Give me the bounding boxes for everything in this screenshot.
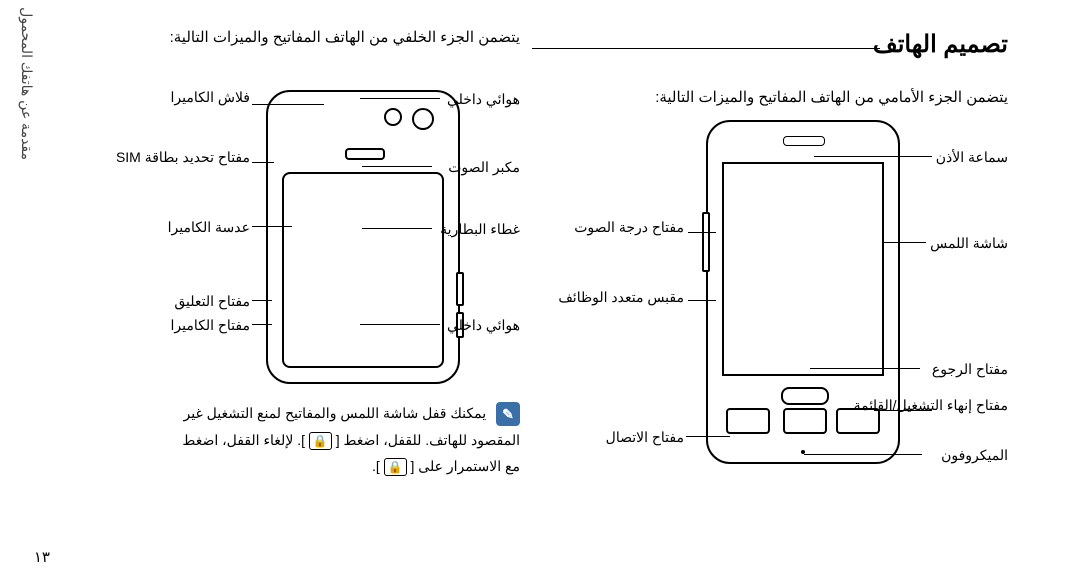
front-caption: يتضمن الجزء الأمامي من الهاتف المفاتيح و… (655, 88, 1008, 106)
screen-shape (722, 162, 884, 376)
note-block: ✎ يمكنك قفل شاشة اللمس والمفاتيح لمنع ال… (90, 400, 520, 480)
label-dial-key: مفتاح الاتصال (606, 428, 684, 447)
label-antenna-bottom: هوائي داخلي (447, 316, 520, 335)
label-battery-cover: غطاء البطارية (440, 220, 520, 239)
label-touchscreen: شاشة اللمس (930, 234, 1008, 253)
label-camera-flash: فلاش الكاميرا (170, 88, 250, 107)
leader-earpiece (814, 156, 932, 157)
lock-icon: 🔒 (309, 432, 332, 450)
label-volume-key-text: مفتاح درجة الصوت (574, 218, 684, 237)
leader-hold-key (252, 300, 272, 301)
note-text-2a: مع الاستمرار على [ (411, 458, 520, 474)
multi-jog-shape (781, 387, 829, 405)
label-loudspeaker: مكبر الصوت (448, 158, 520, 177)
flash-shape (384, 108, 402, 126)
battery-cover-shape (282, 172, 444, 368)
leader-antenna-bottom (360, 324, 440, 325)
note-icon: ✎ (496, 402, 520, 426)
page-title: تصميم الهاتف (873, 30, 1008, 59)
leader-multi-jog (688, 300, 716, 301)
note-text-1a: يمكنك قفل شاشة اللمس والمفاتيح لمنع التش… (184, 405, 487, 421)
title-rule (532, 48, 880, 49)
leader-end-power (874, 410, 932, 411)
volume-key-shape (702, 212, 710, 272)
label-microphone: الميكروفون (941, 446, 1008, 465)
leader-back-key (810, 368, 920, 369)
leader-sim (252, 162, 274, 163)
hold-key-shape (456, 272, 464, 306)
leader-cam-lens (252, 226, 292, 227)
back-caption: يتضمن الجزء الخلفي من الهاتف المفاتيح وا… (170, 28, 520, 46)
label-multi-jog-text: مقبس متعدد الوظائف (558, 288, 684, 307)
earpiece-shape (783, 136, 825, 146)
label-multi-jog: مقبس متعدد الوظائف (558, 288, 684, 307)
label-camera-lens: عدسة الكاميرا (168, 218, 250, 237)
camera-lens-shape (412, 108, 434, 130)
section-tab: مقدمة عن هاتفك المحمول (18, 0, 35, 160)
label-end-power-text: مفتاح إنهاء التشغيل/القائمة (854, 396, 1008, 415)
leader-touchscreen (884, 242, 926, 243)
label-hold-key: مفتاح التعليق (174, 292, 250, 311)
leader-mic (804, 454, 922, 455)
label-earpiece: سماعة الأذن (936, 148, 1008, 167)
leader-antenna-top (360, 98, 440, 99)
dial-key-shape (726, 408, 770, 434)
speaker-shape (345, 148, 385, 160)
label-sim-detect-text: مفتاح تحديد بطاقة SIM (116, 148, 250, 167)
back-key-shape (783, 408, 827, 434)
page-number: ١٣ (34, 548, 50, 566)
label-back-key: مفتاح الرجوع (932, 360, 1008, 379)
phone-back-illustration (266, 90, 460, 384)
manual-page: مقدمة عن هاتفك المحمول تصميم الهاتف يتضم… (0, 0, 1080, 586)
leader-volume (688, 232, 716, 233)
note-text-1c: ]. لإلغاء القفل، اضغط (182, 432, 305, 448)
leader-battcov (362, 228, 432, 229)
label-antenna-top: هوائي داخلي (447, 90, 520, 109)
leader-dial (686, 436, 730, 437)
label-volume-key: مفتاح درجة الصوت (574, 218, 684, 237)
lock-icon-2: 🔒 (384, 458, 407, 476)
label-sim-detect: مفتاح تحديد بطاقة SIM (116, 148, 250, 167)
note-text-2b: ]. (372, 458, 380, 474)
label-camera-key: مفتاح الكاميرا (171, 316, 251, 335)
leader-flash (252, 104, 324, 105)
note-text-1b: المقصود للهاتف. للقفل، اضغط [ (336, 432, 520, 448)
leader-loudspeaker (362, 166, 432, 167)
leader-cam-key (252, 324, 272, 325)
label-end-power: مفتاح إنهاء التشغيل/القائمة (854, 396, 1008, 415)
